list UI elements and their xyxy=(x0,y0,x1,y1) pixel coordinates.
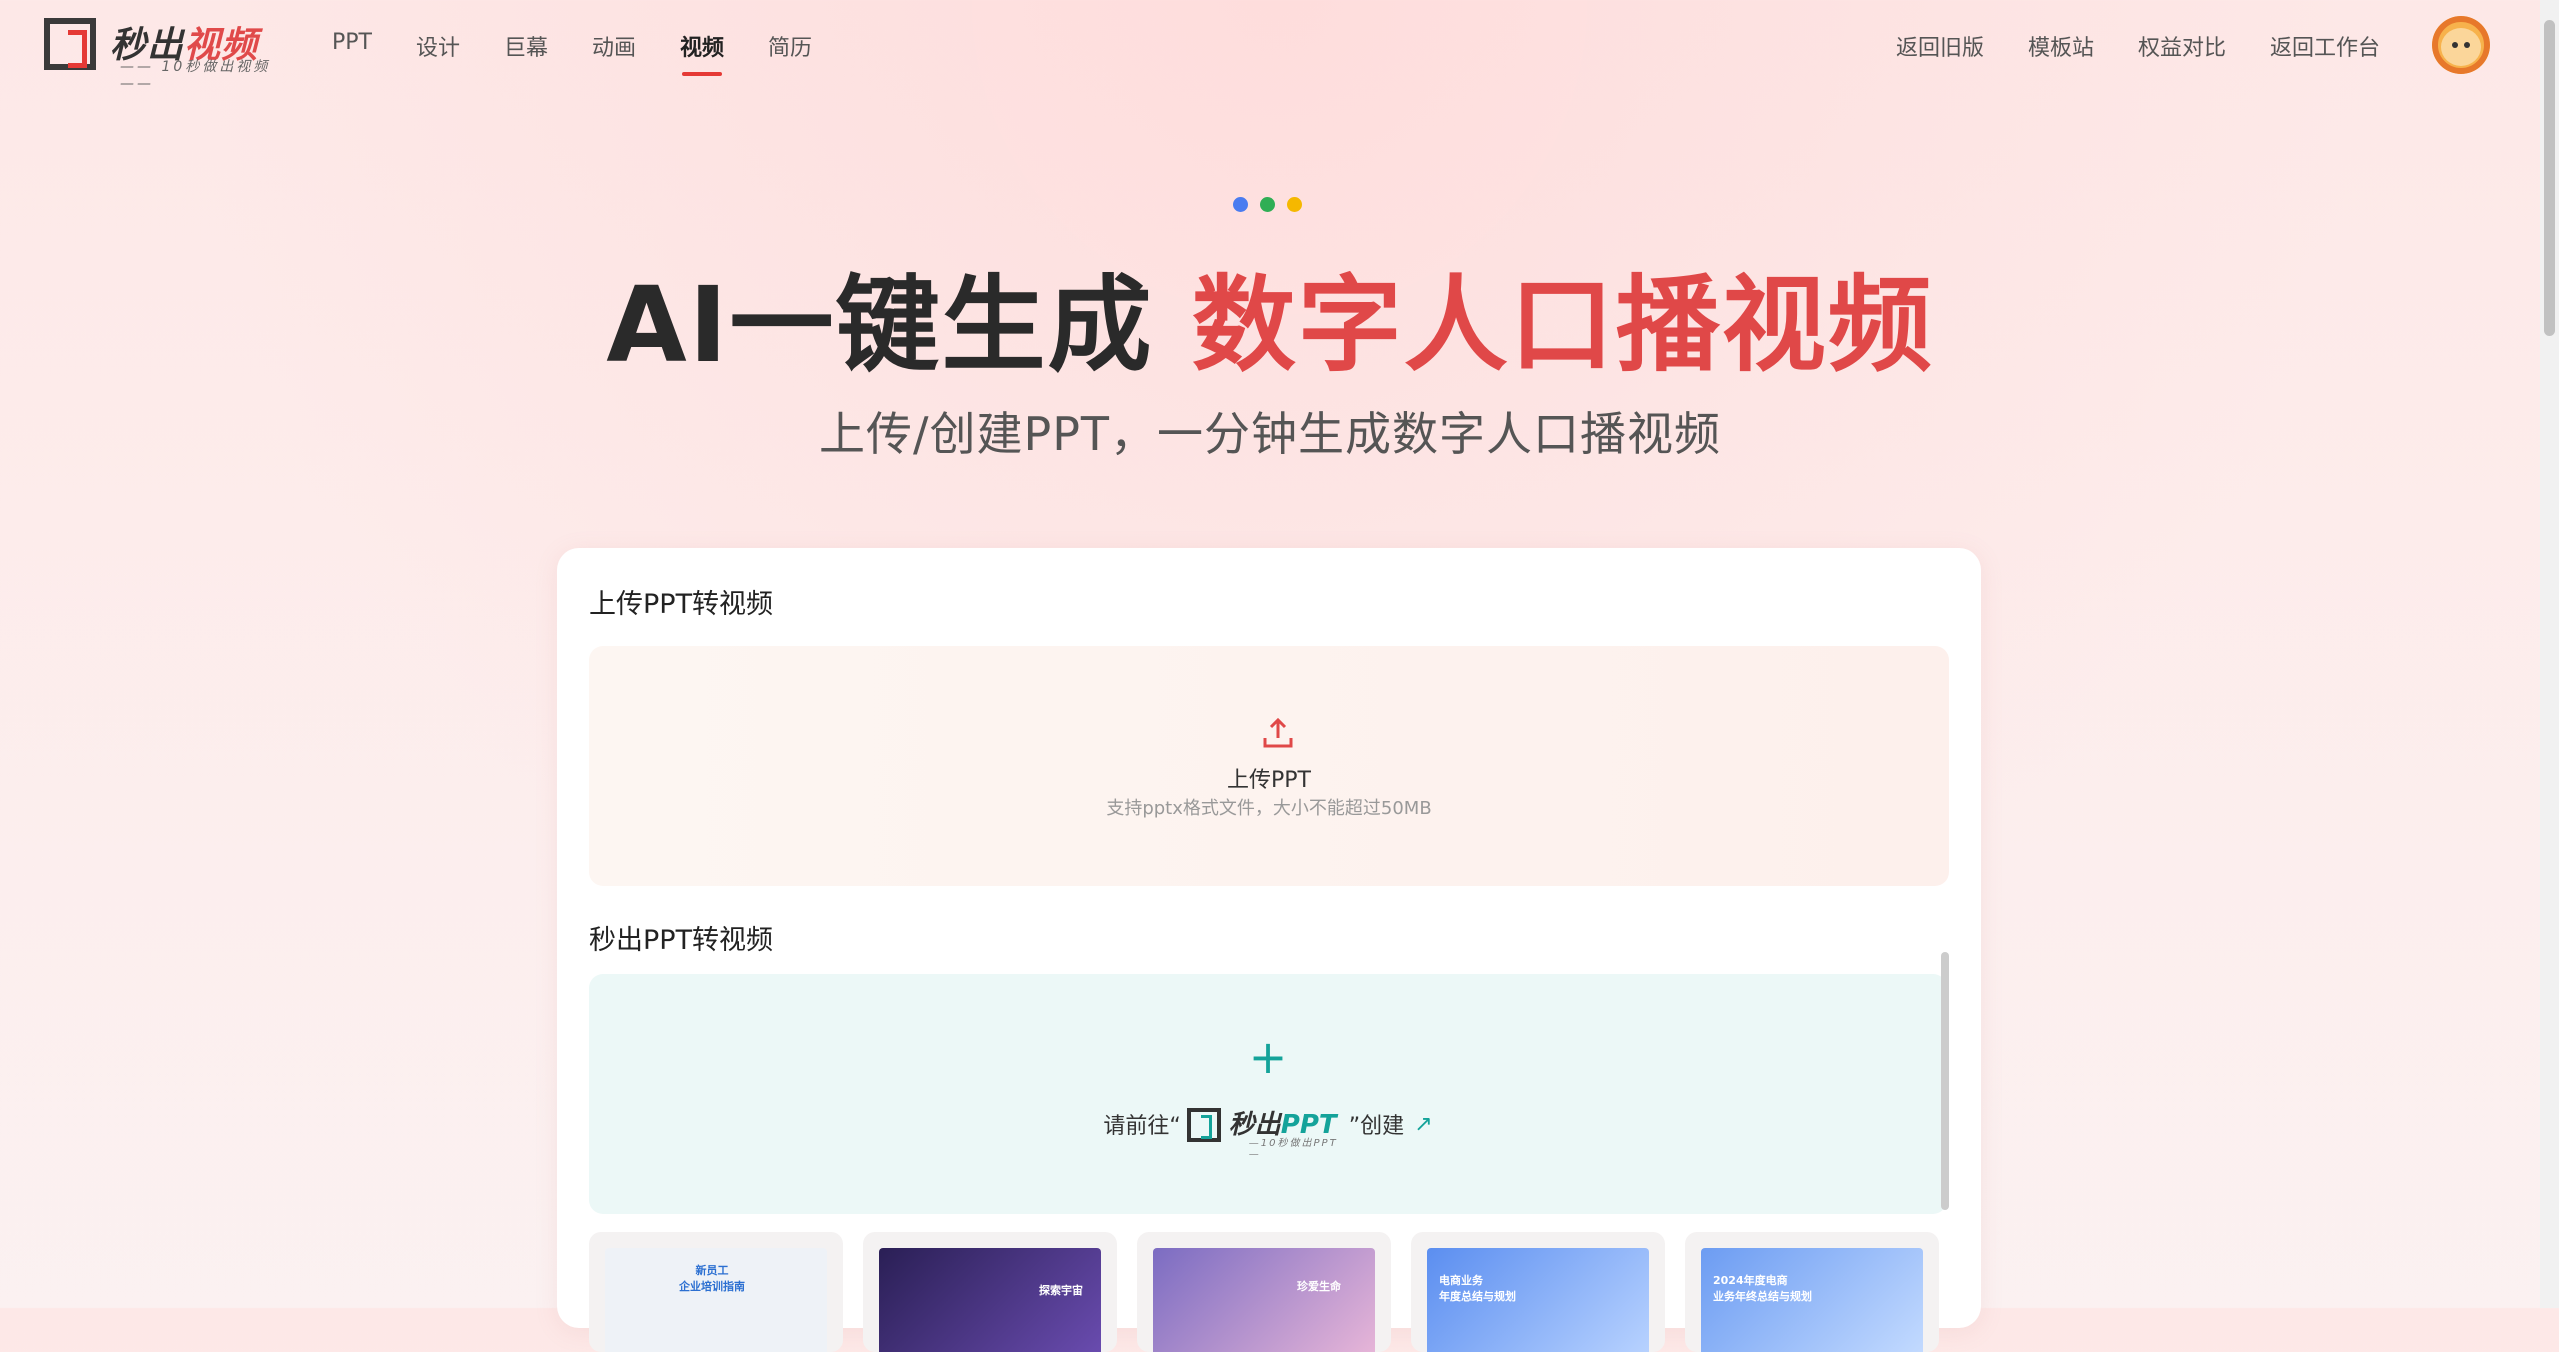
miaochu-ppt-mark-icon xyxy=(1186,1108,1221,1142)
template-site-link[interactable]: 模板站 xyxy=(2028,30,2094,62)
create-suffix: ”创建 xyxy=(1348,1114,1405,1139)
back-to-old-version-link[interactable]: 返回旧版 xyxy=(1896,30,1984,62)
nav-item-video[interactable]: 视频 xyxy=(680,30,724,76)
main-nav: PPT 设计 巨幕 动画 视频 简历 xyxy=(332,30,856,76)
hero-title-highlight: 数字人口播视频 xyxy=(1191,264,1934,386)
nav-item-ppt[interactable]: PPT xyxy=(332,30,372,62)
template-thumbnail[interactable]: 珍爱生命 xyxy=(1137,1232,1391,1352)
miaochu-ppt-logo: 秒出PPT —10秒做出PPT— xyxy=(1185,1104,1345,1160)
avatar-eye-left xyxy=(2452,42,2458,48)
create-via-miaochu-ppt[interactable]: + 请前往“ 秒出PPT —10秒做出PPT— ”创建 ↗ xyxy=(589,974,1947,1214)
inner-scrollbar[interactable] xyxy=(1941,952,1949,1210)
template-thumbnails: 新员工 企业培训指南 探索宇宙 珍爱生命 电商业务 年度总结与规划 2024年度… xyxy=(589,1232,1959,1352)
upload-hint: 支持pptx格式文件，大小不能超过50MB xyxy=(1106,798,1432,819)
external-arrow-icon[interactable]: ↗ xyxy=(1414,1112,1432,1137)
create-link-line: 请前往“ 秒出PPT —10秒做出PPT— ”创建 ↗ xyxy=(589,1104,1947,1160)
template-thumbnail[interactable]: 探索宇宙 xyxy=(863,1232,1117,1352)
miaochu-ppt-tagline: —10秒做出PPT— xyxy=(1248,1138,1338,1160)
main-card: 上传PPT转视频 上传PPT 支持pptx格式文件，大小不能超过50MB 秒出P… xyxy=(557,548,1981,1352)
template-thumbnail[interactable]: 2024年度电商 业务年终总结与规划 xyxy=(1685,1232,1939,1352)
right-nav: 返回旧版 模板站 权益对比 返回工作台 xyxy=(1852,30,2380,62)
thumbnail-caption: 珍爱生命 xyxy=(1297,1280,1341,1293)
dot-yellow xyxy=(1287,197,1302,212)
benefits-compare-link[interactable]: 权益对比 xyxy=(2138,30,2226,62)
logo[interactable]: 秒出视频 —— 10秒做出视频 —— xyxy=(44,16,284,92)
nav-item-animation[interactable]: 动画 xyxy=(592,30,636,62)
thumbnail-image xyxy=(879,1248,1101,1352)
create-section-title: 秒出PPT转视频 xyxy=(589,925,774,956)
logo-mark-icon xyxy=(44,18,96,70)
dot-blue xyxy=(1233,197,1248,212)
upload-label: 上传PPT xyxy=(1227,768,1311,793)
thumbnail-caption: 新员工 企业培训指南 xyxy=(679,1264,745,1293)
nav-item-design[interactable]: 设计 xyxy=(416,30,460,62)
dot-green xyxy=(1260,197,1275,212)
upload-icon xyxy=(1263,717,1293,748)
top-header: 秒出视频 —— 10秒做出视频 —— PPT 设计 巨幕 动画 视频 简历 返回… xyxy=(0,0,2540,92)
nav-item-giant-screen[interactable]: 巨幕 xyxy=(504,30,548,62)
nav-item-resume[interactable]: 简历 xyxy=(768,30,812,62)
upload-section-title: 上传PPT转视频 xyxy=(589,589,774,620)
thumbnail-image xyxy=(1153,1248,1375,1352)
template-thumbnail[interactable]: 新员工 企业培训指南 xyxy=(589,1232,843,1352)
thumbnail-caption: 电商业务 年度总结与规划 xyxy=(1439,1274,1516,1303)
hero-subtitle: 上传/创建PPT，一分钟生成数字人口播视频 xyxy=(818,407,1722,461)
create-prefix: 请前往“ xyxy=(1103,1114,1181,1139)
thumbnail-caption: 探索宇宙 xyxy=(1039,1284,1083,1297)
back-to-workspace-link[interactable]: 返回工作台 xyxy=(2270,30,2380,62)
hero-dots xyxy=(1233,197,1302,212)
logo-tagline: —— 10秒做出视频 —— xyxy=(120,59,271,92)
lion-avatar-icon[interactable] xyxy=(2432,16,2490,74)
plus-icon: + xyxy=(1248,1030,1288,1084)
hero-title: AI一键生成 数字人口播视频 xyxy=(0,240,2540,391)
hero-title-plain: AI一键生成 xyxy=(606,264,1154,386)
thumbnail-caption: 2024年度电商 业务年终总结与规划 xyxy=(1713,1274,1812,1303)
avatar-eye-right xyxy=(2464,42,2470,48)
template-thumbnail[interactable]: 电商业务 年度总结与规划 xyxy=(1411,1232,1665,1352)
avatar-face xyxy=(2441,28,2481,66)
page-scrollbar-thumb[interactable] xyxy=(2544,20,2555,336)
page-scrollbar[interactable] xyxy=(2540,0,2559,1308)
upload-ppt-dropzone[interactable]: 上传PPT 支持pptx格式文件，大小不能超过50MB xyxy=(589,646,1949,886)
